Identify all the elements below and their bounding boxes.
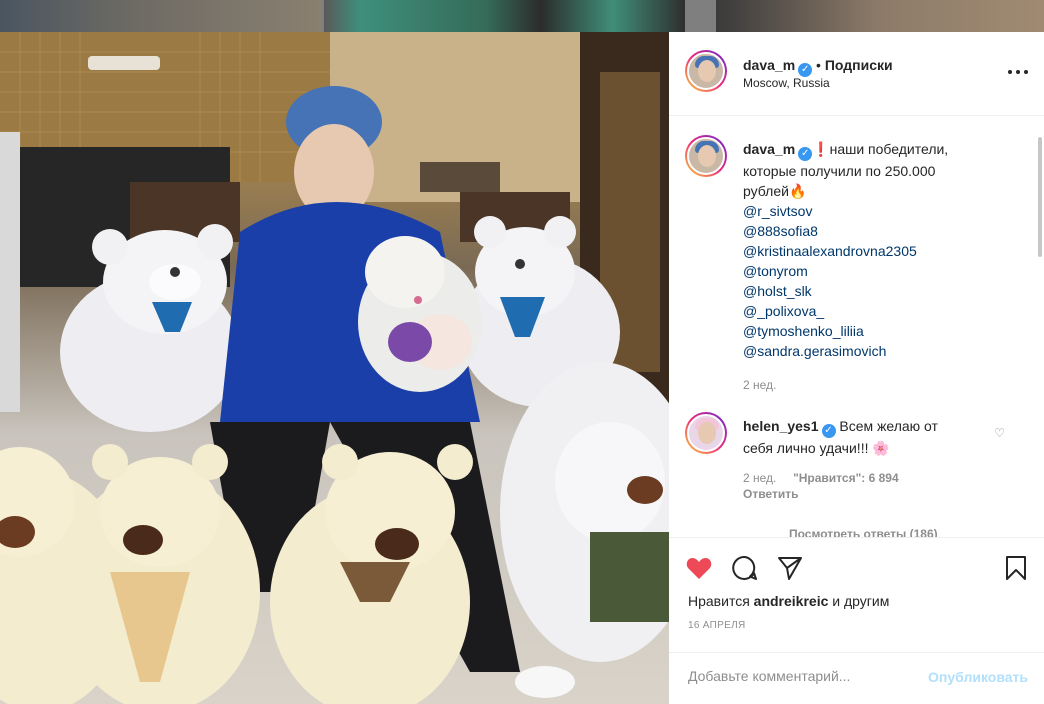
likes-summary: Нравится andreikreic и другим: [688, 593, 889, 609]
post-header: dava_m ✓ • Подписки Moscow, Russia: [669, 32, 1044, 116]
post-date[interactable]: 16 АПРЕЛЯ: [688, 620, 745, 631]
comment-likes-count[interactable]: "Нравится": 6 894: [793, 471, 899, 485]
post-actions: Нравится andreikreic и другим 16 АПРЕЛЯ: [669, 537, 1044, 652]
instagram-post-modal: dava_m ✓ • Подписки Moscow, Russia dava_m…: [0, 0, 1044, 704]
verified-badge-icon: ✓: [821, 424, 836, 438]
background-thumbnail[interactable]: [324, 0, 685, 32]
comment-text: себя лично удачи!!! 🌸: [743, 440, 890, 456]
background-thumbnail[interactable]: [0, 0, 322, 32]
mention-link[interactable]: @holst_slk: [743, 281, 988, 301]
header-line: dava_m ✓ • Подписки: [743, 57, 893, 77]
heart-filled-icon[interactable]: [685, 554, 713, 582]
caption-text: рублей🔥: [743, 183, 807, 199]
reply-button[interactable]: Ответить: [743, 487, 798, 501]
likes-others-link[interactable]: и другим: [832, 593, 889, 609]
caption-username[interactable]: dava_m: [743, 141, 795, 157]
location-link[interactable]: Moscow, Russia: [743, 76, 830, 90]
bookmark-icon[interactable]: [1002, 554, 1030, 582]
mention-link[interactable]: @r_sivtsov: [743, 201, 988, 221]
likes-user-link[interactable]: andreikreic: [754, 593, 829, 609]
post-photo[interactable]: [0, 32, 669, 704]
comment-bubble-icon[interactable]: [731, 554, 759, 582]
scrollbar[interactable]: [1038, 137, 1042, 257]
more-dots-icon[interactable]: [1008, 62, 1028, 82]
caption-text: ❗наши победители,: [812, 141, 949, 157]
mention-link[interactable]: @_polixova_: [743, 301, 988, 321]
mention-link[interactable]: @sandra.gerasimovich: [743, 341, 988, 361]
comment-like-icon[interactable]: ♡: [994, 426, 1005, 440]
username-link[interactable]: dava_m: [743, 57, 795, 73]
likes-prefix: Нравится: [688, 593, 750, 609]
mention-link[interactable]: @tymoshenko_liliia: [743, 321, 988, 341]
post-photo-illustration: [0, 32, 669, 704]
view-replies-button[interactable]: Посмотреть ответы (186): [789, 527, 938, 537]
add-comment-bar: Опубликовать: [669, 652, 1044, 704]
comment-meta: 2 нед. "Нравится": 6 894 Ответить: [743, 470, 988, 502]
verified-badge-icon: ✓: [798, 63, 813, 77]
caption-text: которые получили по 250.000: [743, 163, 936, 179]
comment-text: Всем желаю от: [839, 418, 938, 434]
follow-separator: •: [816, 57, 821, 73]
caption-time[interactable]: 2 нед.: [743, 375, 988, 395]
following-button[interactable]: Подписки: [825, 57, 893, 73]
comment-input[interactable]: [688, 668, 908, 684]
post-side-panel: dava_m ✓ • Подписки Moscow, Russia dava_m…: [669, 32, 1044, 704]
caption-body: dava_m ✓ ❗наши победители, которые получил…: [743, 139, 988, 395]
avatar[interactable]: [685, 412, 727, 454]
comment-username[interactable]: helen_yes1: [743, 418, 819, 434]
avatar[interactable]: [685, 135, 727, 177]
comment-body: helen_yes1 ✓ Всем желаю от себя лично уда…: [743, 416, 988, 502]
comments-list[interactable]: dava_m ✓ ❗наши победители, которые получил…: [669, 117, 1044, 537]
verified-badge-icon: ✓: [798, 147, 813, 161]
publish-button[interactable]: Опубликовать: [928, 669, 1028, 685]
mention-link[interactable]: @tonyrom: [743, 261, 988, 281]
mention-link[interactable]: @kristinaalexandrovna2305: [743, 241, 988, 261]
comment-time[interactable]: 2 нед.: [743, 471, 776, 485]
mention-link[interactable]: @888sofia8: [743, 221, 988, 241]
background-thumbnail[interactable]: [716, 0, 1044, 32]
avatar[interactable]: [685, 50, 727, 92]
paper-plane-icon[interactable]: [776, 554, 804, 582]
